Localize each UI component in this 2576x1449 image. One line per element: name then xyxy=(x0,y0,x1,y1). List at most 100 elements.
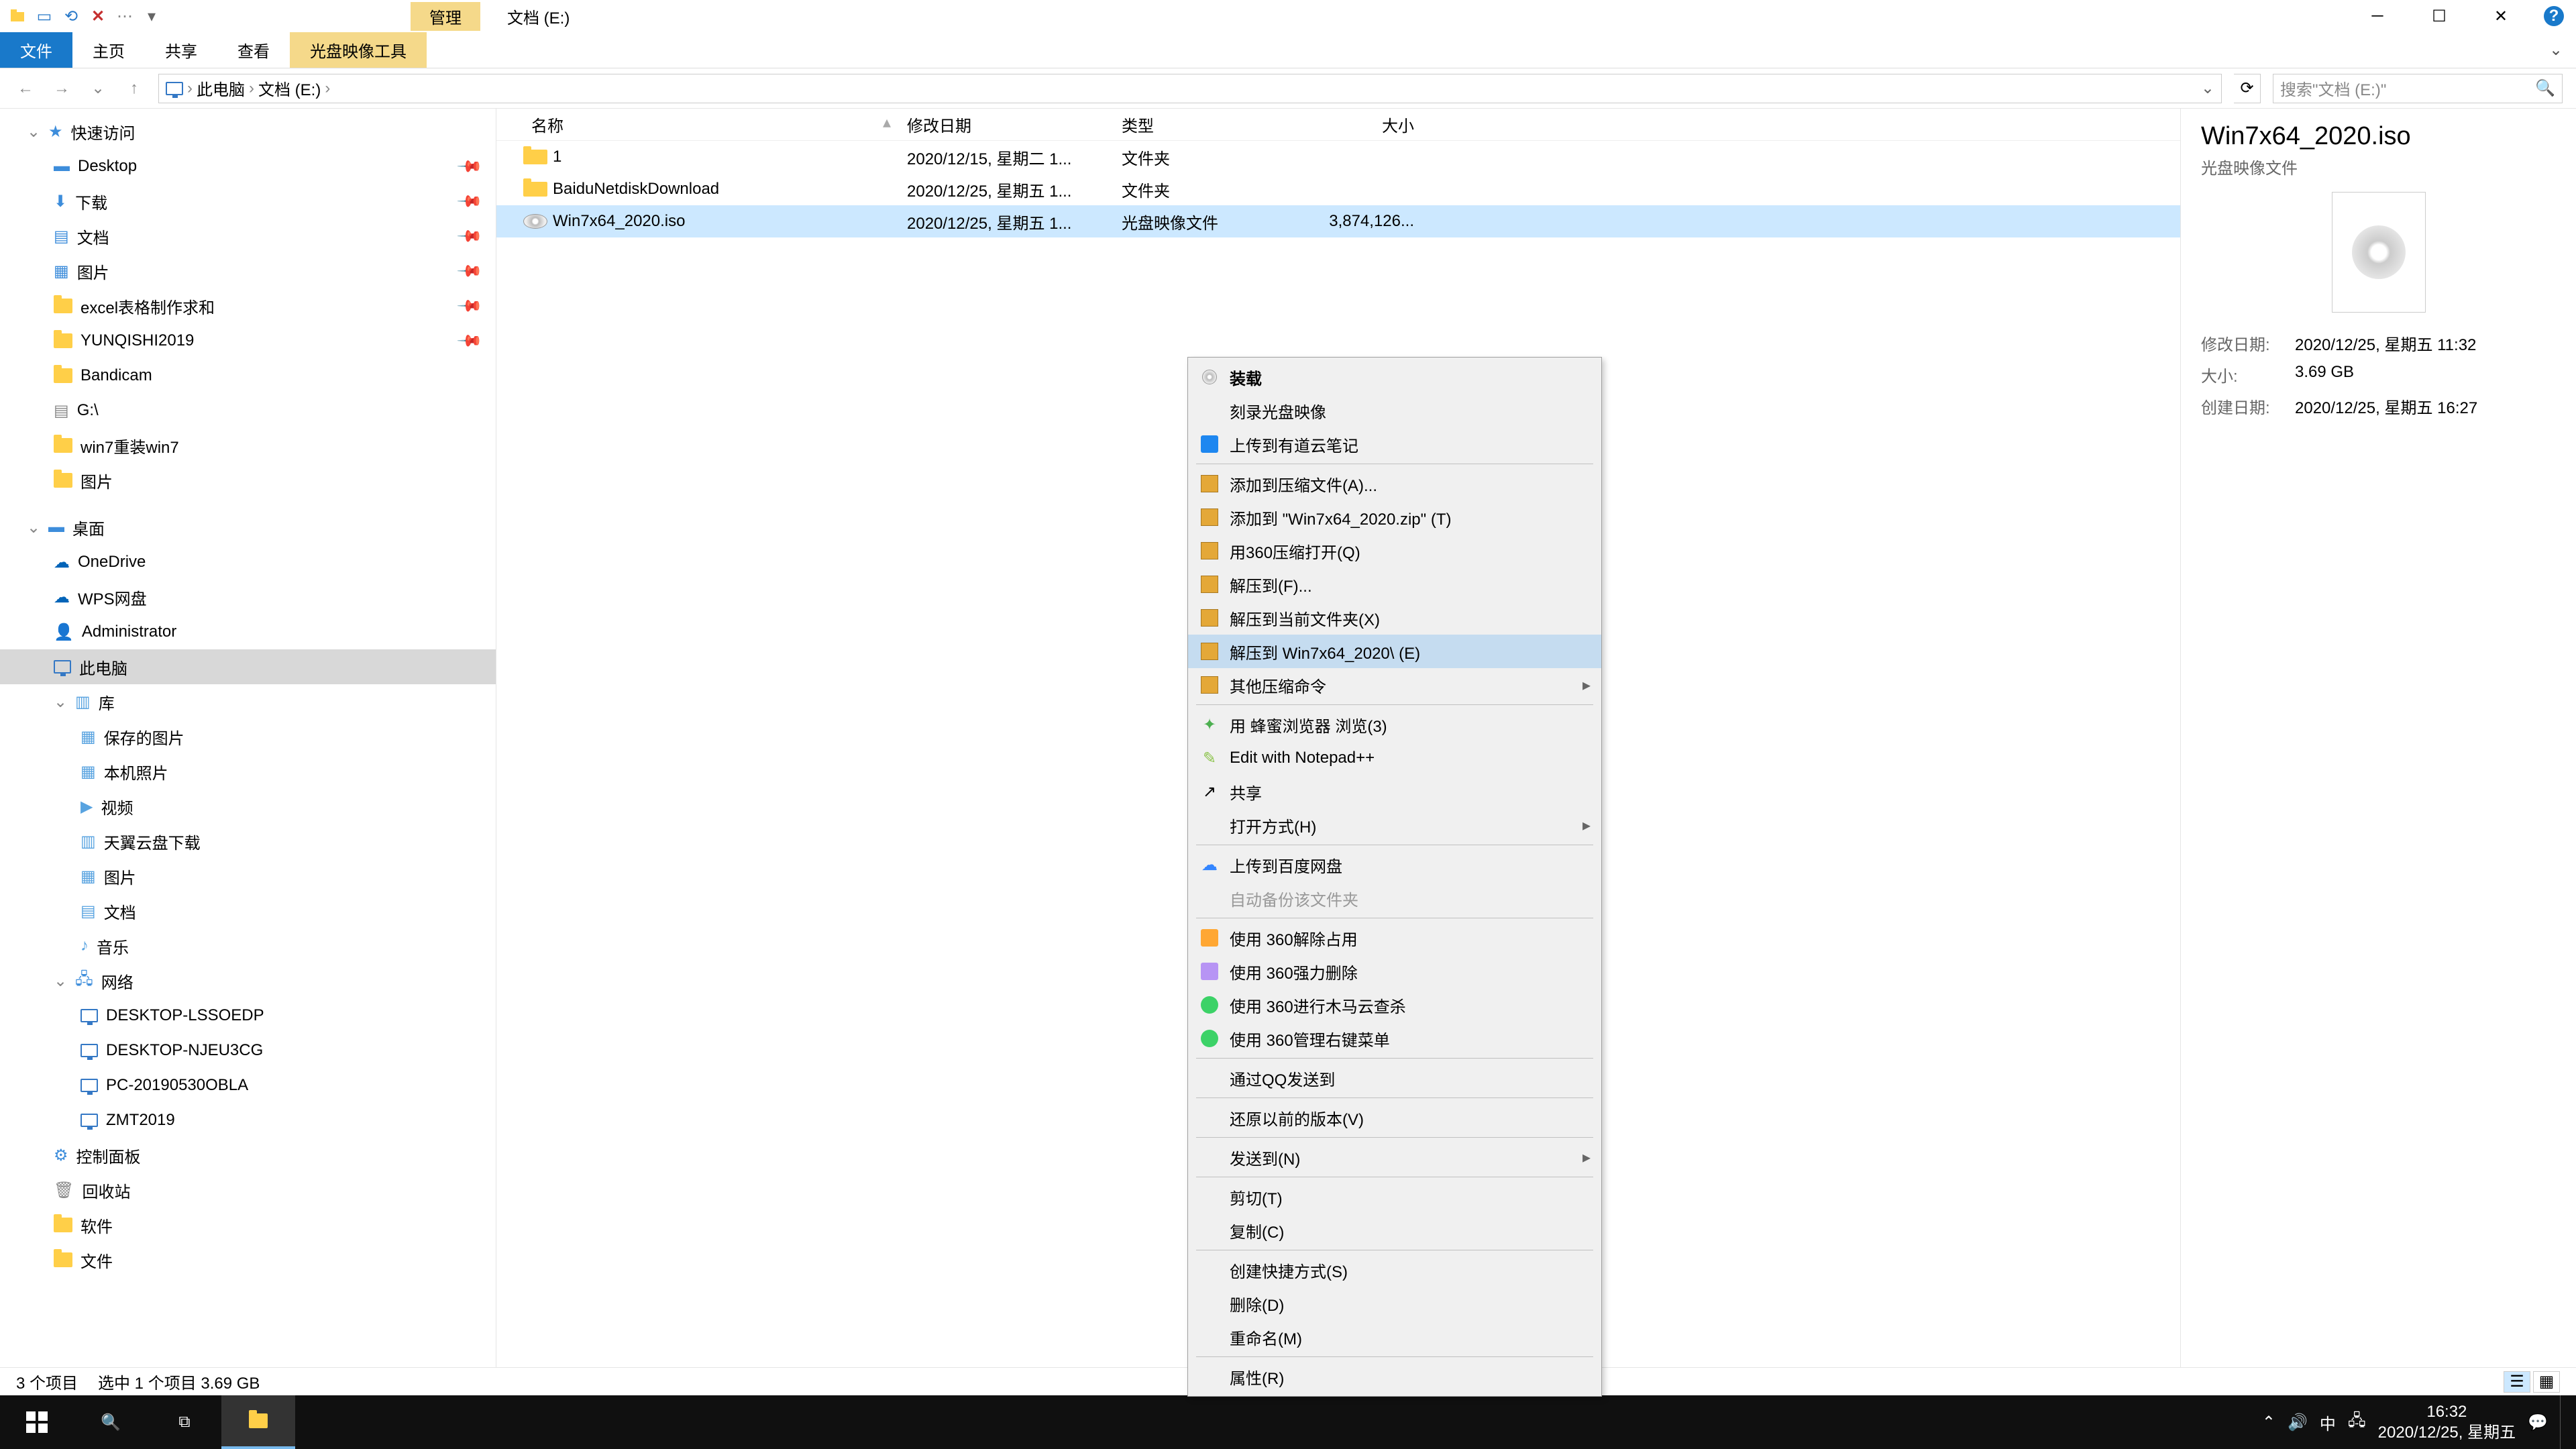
tree-thispc[interactable]: 此电脑 xyxy=(0,649,496,684)
tree-ctrlpanel[interactable]: ⚙控制面板 xyxy=(0,1138,496,1173)
chevron-right-icon[interactable]: › xyxy=(187,79,193,98)
col-name[interactable]: 名称 ▴ xyxy=(523,113,899,136)
chevron-down-icon[interactable]: ⌄ xyxy=(27,518,40,537)
context-menu-item[interactable]: ☁上传到百度网盘 xyxy=(1188,848,1601,881)
col-size[interactable]: 大小 xyxy=(1288,113,1422,136)
context-menu-item[interactable]: 使用 360强力删除 xyxy=(1188,955,1601,988)
file-row[interactable]: 1 2020/12/15, 星期二 1... 文件夹 xyxy=(496,141,2180,173)
details-view-button[interactable]: ☰ xyxy=(2504,1371,2530,1393)
icons-view-button[interactable]: ▦ xyxy=(2533,1371,2560,1393)
context-menu-item[interactable]: 属性(R) xyxy=(1188,1360,1601,1393)
desktop-root-node[interactable]: ⌄▬桌面 xyxy=(0,510,496,545)
start-button[interactable] xyxy=(0,1395,74,1449)
col-type[interactable]: 类型 xyxy=(1114,113,1288,136)
view-tab[interactable]: 查看 xyxy=(217,32,290,68)
tree-libraries[interactable]: ⌄▥库 xyxy=(0,684,496,719)
context-menu-item[interactable]: 剪切(T) xyxy=(1188,1180,1601,1214)
tree-lib-docs[interactable]: ▤文档 xyxy=(0,894,496,928)
context-menu-item[interactable]: 其他压缩命令▸ xyxy=(1188,668,1601,702)
up-button[interactable]: ↑ xyxy=(122,79,146,98)
search-input[interactable]: 搜索"文档 (E:)" 🔍 xyxy=(2273,74,2563,103)
save-icon[interactable]: ▭ xyxy=(34,5,55,27)
tree-recycle[interactable]: 🗑回收站 xyxy=(0,1173,496,1208)
context-menu-item[interactable]: 解压到(F)... xyxy=(1188,568,1601,601)
tree-gdrive[interactable]: ▤G:\ xyxy=(0,393,496,428)
file-row[interactable]: BaiduNetdiskDownload 2020/12/25, 星期五 1..… xyxy=(496,173,2180,205)
context-menu-item[interactable]: ↗共享 xyxy=(1188,775,1601,808)
file-row-selected[interactable]: Win7x64_2020.iso 2020/12/25, 星期五 1... 光盘… xyxy=(496,205,2180,237)
task-view-button[interactable]: ⧉ xyxy=(148,1395,221,1449)
help-button[interactable]: ? xyxy=(2544,6,2564,26)
tree-downloads[interactable]: ⬇下载📌 xyxy=(0,184,496,219)
context-menu-item[interactable]: 上传到有道云笔记 xyxy=(1188,427,1601,461)
tree-localpics[interactable]: ▦本机照片 xyxy=(0,754,496,789)
tree-excel[interactable]: excel表格制作求和📌 xyxy=(0,288,496,323)
context-menu-item[interactable]: 打开方式(H)▸ xyxy=(1188,808,1601,842)
breadcrumb-dropdown-icon[interactable]: ⌄ xyxy=(2201,78,2214,98)
taskbar-clock[interactable]: 16:32 2020/12/25, 星期五 xyxy=(2378,1401,2516,1443)
maximize-button[interactable]: ☐ xyxy=(2408,0,2470,32)
ribbon-expand-icon[interactable]: ⌄ xyxy=(2536,32,2576,68)
tree-pictures2[interactable]: 图片 xyxy=(0,463,496,498)
tree-desktop[interactable]: ▬Desktop📌 xyxy=(0,149,496,184)
tree-bandicam[interactable]: Bandicam xyxy=(0,358,496,393)
tree-yunqishi[interactable]: YUNQISHI2019📌 xyxy=(0,323,496,358)
tree-videos[interactable]: ▶视频 xyxy=(0,789,496,824)
search-button[interactable]: 🔍 xyxy=(74,1395,148,1449)
context-menu-item[interactable]: 用360压缩打开(Q) xyxy=(1188,534,1601,568)
tree-onedrive[interactable]: ☁OneDrive xyxy=(0,545,496,580)
context-menu-item[interactable]: 解压到 Win7x64_2020\ (E) xyxy=(1188,635,1601,668)
context-menu-item[interactable]: 重命名(M) xyxy=(1188,1320,1601,1354)
tree-savedpics[interactable]: ▦保存的图片 xyxy=(0,719,496,754)
tree-filefolder[interactable]: 文件 xyxy=(0,1242,496,1277)
context-menu-item[interactable]: 复制(C) xyxy=(1188,1214,1601,1247)
delete-icon[interactable]: ✕ xyxy=(87,5,109,27)
home-tab[interactable]: 主页 xyxy=(72,32,145,68)
tree-software[interactable]: 软件 xyxy=(0,1208,496,1242)
tree-admin[interactable]: 👤Administrator xyxy=(0,614,496,649)
search-icon[interactable]: 🔍 xyxy=(2535,78,2555,98)
chevron-right-icon[interactable]: › xyxy=(325,79,330,98)
forward-button[interactable]: → xyxy=(50,79,74,98)
manage-context-tab[interactable]: 管理 xyxy=(411,2,480,31)
explorer-taskbar-button[interactable] xyxy=(221,1395,295,1449)
action-center-icon[interactable]: 💬 xyxy=(2528,1413,2548,1432)
chevron-down-icon[interactable]: ⌄ xyxy=(27,122,40,142)
tree-net3[interactable]: PC-20190530OBLA xyxy=(0,1068,496,1103)
context-menu-item[interactable]: 使用 360解除占用 xyxy=(1188,921,1601,955)
close-button[interactable]: ✕ xyxy=(2470,0,2532,32)
undo-icon[interactable]: ⟲ xyxy=(60,5,82,27)
context-menu-item[interactable]: ✦用 蜂蜜浏览器 浏览(3) xyxy=(1188,708,1601,741)
tree-network[interactable]: ⌄🖧网络 xyxy=(0,963,496,998)
context-menu-item[interactable]: 使用 360管理右键菜单 xyxy=(1188,1022,1601,1055)
recent-dropdown[interactable]: ⌄ xyxy=(86,78,110,98)
tree-net4[interactable]: ZMT2019 xyxy=(0,1103,496,1138)
col-date[interactable]: 修改日期 xyxy=(899,113,1114,136)
chevron-right-icon[interactable]: › xyxy=(249,79,254,98)
network-icon[interactable]: 🖧 xyxy=(2348,1409,2366,1436)
crumb-drive[interactable]: 文档 (E:) xyxy=(258,76,321,100)
volume-icon[interactable]: 🔊 xyxy=(2288,1413,2308,1432)
breadcrumb[interactable]: › 此电脑 › 文档 (E:) › ⌄ xyxy=(158,74,2222,103)
tree-win7reinstall[interactable]: win7重装win7 xyxy=(0,428,496,463)
minimize-button[interactable]: ─ xyxy=(2347,0,2408,32)
context-menu-item[interactable]: 使用 360进行木马云查杀 xyxy=(1188,988,1601,1022)
tree-lib-pictures[interactable]: ▦图片 xyxy=(0,859,496,894)
tree-wps[interactable]: ☁WPS网盘 xyxy=(0,580,496,614)
chevron-down-icon[interactable]: ⌄ xyxy=(54,971,67,991)
context-menu-item[interactable]: ✎Edit with Notepad++ xyxy=(1188,741,1601,775)
crumb-thispc[interactable]: 此电脑 xyxy=(197,76,245,100)
tree-net2[interactable]: DESKTOP-NJEU3CG xyxy=(0,1033,496,1068)
context-menu-item[interactable]: 发送到(N)▸ xyxy=(1188,1140,1601,1174)
context-menu-item[interactable]: 删除(D) xyxy=(1188,1287,1601,1320)
chevron-down-icon[interactable]: ⌄ xyxy=(54,692,67,712)
back-button[interactable]: ← xyxy=(13,79,38,98)
tree-tianyi[interactable]: ▥天翼云盘下载 xyxy=(0,824,496,859)
qat-dropdown-icon[interactable]: ▾ xyxy=(141,5,162,27)
tree-lib-music[interactable]: ♪音乐 xyxy=(0,928,496,963)
context-menu-item[interactable]: 刻录光盘映像 xyxy=(1188,394,1601,427)
share-tab[interactable]: 共享 xyxy=(145,32,217,68)
ime-indicator[interactable]: 中 xyxy=(2320,1411,2336,1434)
context-menu-item[interactable]: 创建快捷方式(S) xyxy=(1188,1253,1601,1287)
quick-access-node[interactable]: ⌄★快速访问 xyxy=(0,114,496,149)
